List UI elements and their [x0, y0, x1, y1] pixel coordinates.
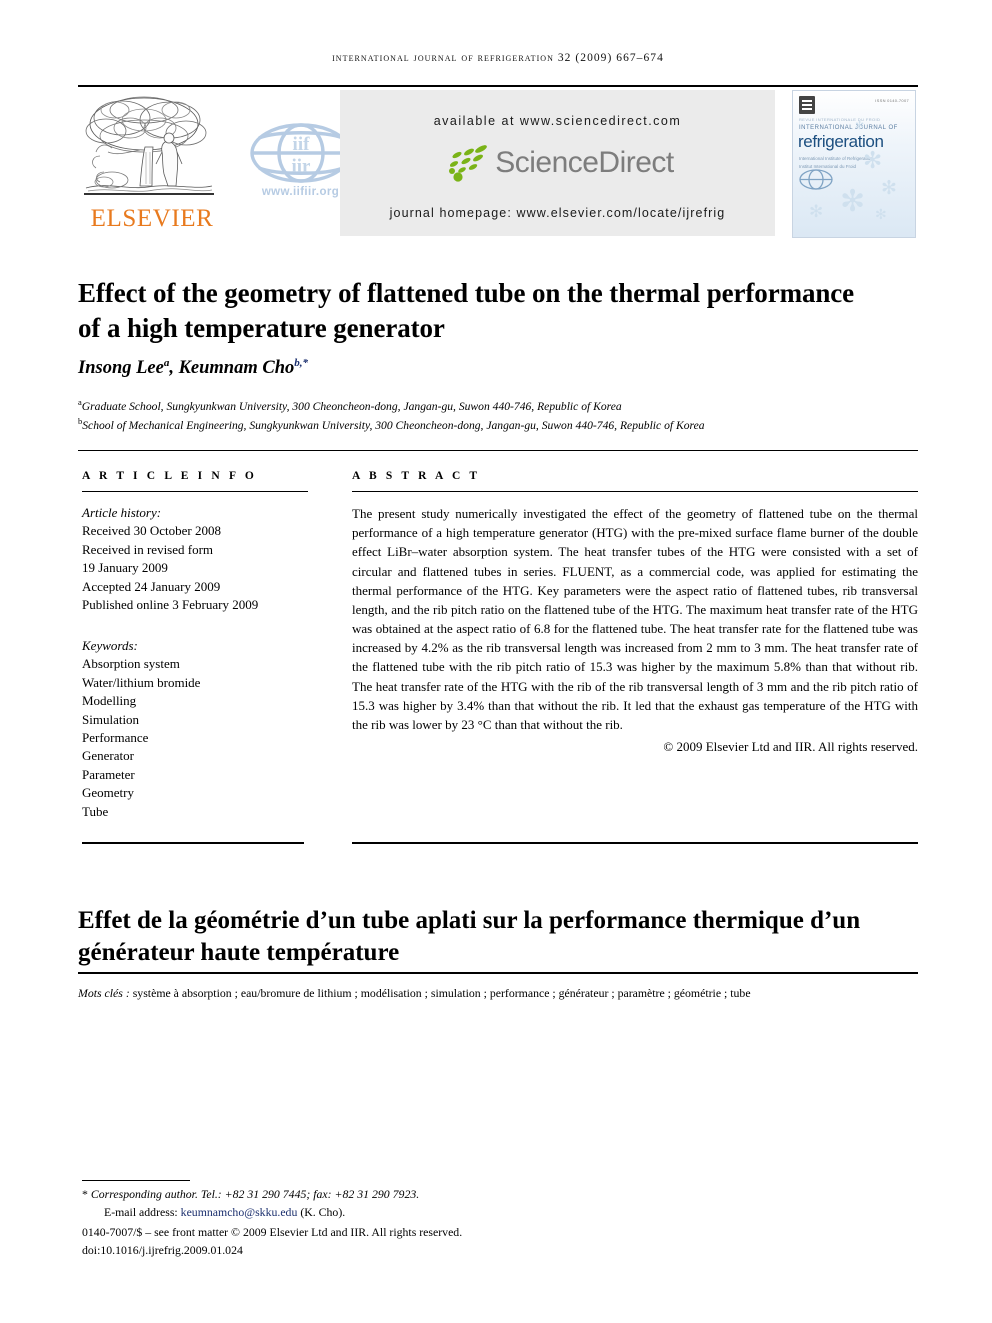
sciencedirect-leaves-icon: [449, 145, 488, 182]
article-history-label: Article history:: [82, 505, 162, 520]
snowflake-icon: ✻: [809, 202, 824, 221]
email-label: E-mail address:: [104, 1204, 178, 1219]
affiliations: aGraduate School, Sungkyunkwan Universit…: [78, 396, 918, 435]
doi-line[interactable]: doi:10.1016/j.ijrefrig.2009.01.024: [82, 1242, 782, 1260]
article-info-column: A R T I C L E I N F O Article history: R…: [82, 470, 308, 821]
author-affil-marker: b,*: [294, 357, 308, 369]
keyword-item: Modelling: [82, 693, 137, 709]
svg-text:iif: iif: [292, 134, 310, 155]
author-name: Insong Lee: [78, 358, 164, 379]
article-history-item: Accepted 24 January 2009: [82, 578, 221, 594]
cover-issn: ISSN 0140-7007: [875, 98, 909, 103]
journal-article-page: International Journal of Refrigeration 3…: [0, 0, 992, 1323]
affiliation-text: School of Mechanical Engineering, Sungky…: [82, 419, 705, 433]
corresponding-author-note: * Corresponding author. Tel.: +82 31 290…: [82, 1186, 782, 1204]
journal-homepage-text[interactable]: journal homepage: www.elsevier.com/locat…: [340, 206, 775, 220]
cover-institute-lines: International Institute of Refrigeration…: [799, 155, 873, 170]
snowflake-icon: ✻: [881, 178, 897, 199]
page-footer: * Corresponding author. Tel.: +82 31 290…: [82, 1186, 782, 1260]
footnote-rule: [82, 1180, 190, 1181]
affiliation-row: bSchool of Mechanical Engineering, Sungk…: [78, 415, 918, 434]
keyword-item: Absorption system: [82, 656, 180, 672]
keyword-item: Water/lithium bromide: [82, 674, 201, 690]
french-keywords-text: système à absorption ; eau/bromure de li…: [132, 986, 751, 1000]
keyword-item: Parameter: [82, 766, 135, 782]
author-name: Keumnam Cho: [178, 358, 295, 379]
page-title: Effect of the geometry of flattened tube…: [78, 278, 855, 343]
keyword-item: Simulation: [82, 711, 140, 727]
article-history-item: Received 30 October 2008: [82, 523, 221, 539]
snowflake-icon: ✻: [840, 185, 866, 218]
sciencedirect-logo: ScienceDirect: [340, 143, 775, 183]
elsevier-tree-icon: [84, 96, 214, 195]
abstract-body: The present study numerically investigat…: [352, 506, 918, 732]
corresponding-author-text: Corresponding author. Tel.: +82 31 290 7…: [90, 1187, 420, 1201]
author-list: Insong Leea, Keumnam Chob,*: [78, 357, 918, 379]
keyword-item: Generator: [82, 748, 134, 764]
footnote-star-marker: *: [82, 1187, 88, 1201]
snowflake-icon: ✻: [875, 208, 887, 223]
email-owner: (K. Cho).: [300, 1204, 346, 1219]
email-link[interactable]: keumnamcho@skku.edu: [181, 1205, 298, 1219]
french-keywords-label: Mots clés :: [78, 986, 130, 1000]
keywords-block: Keywords: Absorption system Water/lithiu…: [82, 637, 308, 822]
cover-elsevier-mark-icon: [799, 96, 815, 114]
article-info-rule: [82, 491, 308, 492]
abstract-copyright: © 2009 Elsevier Ltd and IIR. All rights …: [663, 739, 918, 755]
section-divider: [78, 450, 918, 451]
keyword-item: Tube: [82, 803, 109, 819]
front-matter-line: 0140-7007/$ – see front matter © 2009 El…: [82, 1224, 463, 1239]
article-history-item: Received in revised form: [82, 541, 214, 557]
french-divider: [78, 972, 918, 974]
sciencedirect-panel: available at www.sciencedirect.com Scien…: [340, 90, 775, 236]
abstract-column: A B S T R A C T The present study numeri…: [352, 470, 918, 755]
article-history-item: Published online 3 February 2009: [82, 597, 259, 613]
keywords-label: Keywords:: [82, 637, 138, 653]
article-history-item: 19 January 2009: [82, 560, 168, 576]
top-rule: [78, 85, 918, 87]
iif-globe-icon: iif iir: [249, 123, 352, 183]
available-at-text: available at www.sciencedirect.com: [433, 114, 682, 128]
abstract-bottom-rule: [352, 842, 918, 844]
masthead: ELSEVIER iif iir www.iifiir.org availabl…: [78, 88, 918, 238]
french-keywords: Mots clés : système à absorption ; eau/b…: [78, 984, 918, 1002]
article-info-bottom-rule: [82, 842, 304, 844]
author-separator: ,: [169, 358, 179, 379]
keyword-item: Geometry: [82, 785, 134, 801]
svg-text:iir: iir: [291, 156, 311, 177]
cover-revue-line: REVUE INTERNATIONALE DU FROID: [799, 117, 881, 122]
french-title: Effet de la géométrie d’un tube aplati s…: [78, 906, 861, 967]
abstract-heading: A B S T R A C T: [352, 470, 481, 482]
email-line: E-mail address: keumnamcho@skku.edu (K. …: [82, 1204, 782, 1222]
elsevier-logo: ELSEVIER: [82, 90, 222, 236]
cover-international-line: INTERNATIONAL JOURNAL OF: [799, 125, 898, 131]
article-info-heading: A R T I C L E I N F O: [82, 470, 257, 482]
affiliation-row: aGraduate School, Sungkyunkwan Universit…: [78, 396, 918, 415]
elsevier-wordmark: ELSEVIER: [90, 205, 214, 232]
journal-cover-thumbnail: ISSN 0140-7007 REVUE INTERNATIONALE DU F…: [792, 90, 916, 238]
keyword-item: Performance: [82, 729, 149, 745]
abstract-rule: [352, 491, 918, 492]
snowflake-icon: ✻: [855, 120, 865, 132]
cover-iir-globe-icon: [799, 169, 833, 190]
snowflake-icon: ✻: [863, 148, 883, 173]
sciencedirect-wordmark: ScienceDirect: [495, 146, 674, 179]
affiliation-text: Graduate School, Sungkyunkwan University…: [81, 399, 622, 413]
running-head: International Journal of Refrigeration 3…: [332, 52, 664, 64]
cover-institute-line-1: International Institute of Refrigeration: [799, 156, 873, 161]
